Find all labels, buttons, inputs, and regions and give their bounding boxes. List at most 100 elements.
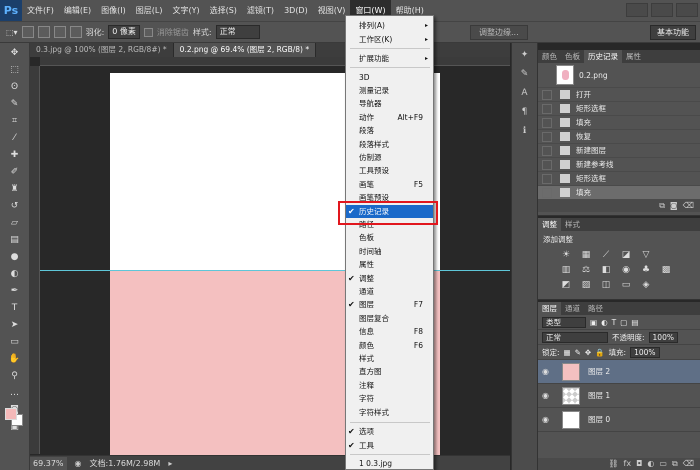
- camera-icon[interactable]: ◙: [670, 200, 678, 212]
- menu-item-recent-file[interactable]: 1 0.3.jpg: [346, 457, 433, 470]
- menu-item-notes[interactable]: 注释: [346, 379, 433, 392]
- menu-item-histogram[interactable]: 直方图: [346, 365, 433, 378]
- brush-panel-icon[interactable]: ✎: [518, 69, 532, 81]
- curves-icon[interactable]: ⟋: [600, 249, 612, 261]
- menu-item-info[interactable]: 信息 F8: [346, 325, 433, 338]
- trash-icon[interactable]: ⌫: [683, 458, 694, 470]
- vibrance-icon[interactable]: ▽: [640, 249, 652, 261]
- black-white-icon[interactable]: ◧: [600, 264, 612, 276]
- menu-item-clone-source[interactable]: 仿制源: [346, 151, 433, 164]
- stamp-tool-icon[interactable]: ♜: [7, 182, 23, 196]
- history-step[interactable]: 矩形选框: [538, 172, 700, 186]
- intersect-selection-icon[interactable]: [69, 26, 82, 38]
- new-group-icon[interactable]: ▭: [659, 458, 667, 470]
- photo-filter-icon[interactable]: ◉: [620, 264, 632, 276]
- history-source-checkbox[interactable]: [542, 145, 552, 156]
- tab-paths[interactable]: 路径: [584, 302, 607, 315]
- zoom-level[interactable]: 69.37%: [30, 456, 67, 470]
- history-step[interactable]: 新建图层: [538, 144, 700, 158]
- lock-transparency-icon[interactable]: ▦: [564, 348, 571, 357]
- tab-adjustments[interactable]: 调整: [538, 218, 561, 231]
- close-button[interactable]: [676, 3, 698, 17]
- filter-shape-icon[interactable]: ▢: [620, 318, 627, 327]
- tab-channels[interactable]: 通道: [561, 302, 584, 315]
- refine-edge-button[interactable]: 调整边缘...: [470, 25, 528, 40]
- layer-row[interactable]: ◉ 图层 0: [538, 408, 700, 432]
- gradient-tool-icon[interactable]: ▤: [7, 233, 23, 247]
- channel-mixer-icon[interactable]: ♣: [640, 264, 652, 276]
- history-step[interactable]: 新建参考线: [538, 158, 700, 172]
- tab-color[interactable]: 颜色: [538, 50, 561, 63]
- menu-item-styles[interactable]: 样式: [346, 352, 433, 365]
- menu-item-options[interactable]: ✔ 选项: [346, 425, 433, 438]
- paragraph-panel-icon[interactable]: ¶: [518, 107, 532, 119]
- menu-item-adjustments[interactable]: ✔ 调整: [346, 272, 433, 285]
- brush-tool-icon[interactable]: ✐: [7, 165, 23, 179]
- fill-input[interactable]: 100%: [630, 346, 660, 358]
- menu-item-tool-presets[interactable]: 工具预设: [346, 164, 433, 177]
- style-select[interactable]: 正常: [215, 25, 260, 39]
- menu-image[interactable]: 图像(I): [96, 0, 131, 21]
- menu-filter[interactable]: 滤镜(T): [242, 0, 279, 21]
- add-selection-icon[interactable]: [37, 26, 50, 38]
- new-layer-icon[interactable]: ⧉: [672, 458, 678, 470]
- opacity-input[interactable]: 100%: [648, 331, 678, 343]
- filter-pixel-icon[interactable]: ▣: [590, 318, 597, 327]
- feather-input[interactable]: 0 像素: [108, 25, 140, 39]
- crop-tool-icon[interactable]: ⌗: [7, 114, 23, 128]
- menu-item-timeline[interactable]: 时间轴: [346, 245, 433, 258]
- history-step[interactable]: 恢复: [538, 130, 700, 144]
- history-source-checkbox[interactable]: [542, 117, 552, 128]
- eyedropper-tool-icon[interactable]: ⁄: [7, 131, 23, 145]
- path-select-tool-icon[interactable]: ➤: [7, 318, 23, 332]
- menu-item-properties[interactable]: 属性: [346, 258, 433, 271]
- eye-icon[interactable]: ◉: [542, 367, 556, 376]
- layer-filter-select[interactable]: 类型: [542, 316, 586, 328]
- antialias-checkbox[interactable]: [143, 27, 153, 37]
- history-brush-tool-icon[interactable]: ↺: [7, 199, 23, 213]
- menu-3d[interactable]: 3D(D): [279, 0, 313, 21]
- horizontal-guide[interactable]: [40, 270, 510, 271]
- dodge-tool-icon[interactable]: ◐: [7, 267, 23, 281]
- levels-icon[interactable]: ▦: [580, 249, 592, 261]
- menu-item-character[interactable]: 字符: [346, 392, 433, 405]
- workspace-switcher[interactable]: 基本功能: [650, 25, 696, 40]
- lock-move-icon[interactable]: ✥: [585, 348, 591, 357]
- menu-item-3d[interactable]: 3D: [346, 71, 433, 84]
- blend-mode-select[interactable]: 正常: [542, 331, 608, 343]
- ruler-horizontal[interactable]: [40, 57, 510, 66]
- hand-tool-icon[interactable]: ✋: [7, 352, 23, 366]
- menu-item-channels[interactable]: 通道: [346, 285, 433, 298]
- tab-styles[interactable]: 样式: [561, 218, 584, 231]
- menu-item-extensions[interactable]: 扩展功能 ▸: [346, 52, 433, 65]
- menu-item-layer-comps[interactable]: 图层复合: [346, 312, 433, 325]
- hue-saturation-icon[interactable]: ▥: [560, 264, 572, 276]
- invert-icon[interactable]: ◩: [560, 279, 572, 291]
- history-source-checkbox[interactable]: [542, 173, 552, 184]
- menu-item-layers[interactable]: ✔ 图层 F7: [346, 298, 433, 311]
- history-snapshot[interactable]: 0.2.png: [538, 63, 700, 88]
- menu-edit[interactable]: 编辑(E): [59, 0, 96, 21]
- history-source-checkbox[interactable]: [542, 159, 552, 170]
- history-source-checkbox[interactable]: [542, 89, 552, 100]
- menu-type[interactable]: 文字(Y): [167, 0, 204, 21]
- layer-row[interactable]: ◉ 图层 2: [538, 360, 700, 384]
- maximize-button[interactable]: [651, 3, 673, 17]
- marquee-preset-icon[interactable]: ⬚▾: [6, 28, 18, 37]
- menu-item-paragraph-styles[interactable]: 段落样式: [346, 138, 433, 151]
- zoom-tool-icon[interactable]: ⚲: [7, 369, 23, 383]
- history-source-checkbox[interactable]: [542, 103, 552, 114]
- tool-presets-icon[interactable]: ✦: [518, 50, 532, 62]
- marquee-tool-icon[interactable]: ⬚: [7, 63, 23, 77]
- history-step[interactable]: 填充: [538, 116, 700, 130]
- move-tool-icon[interactable]: ✥: [7, 46, 23, 60]
- menu-select[interactable]: 选择(S): [205, 0, 242, 21]
- menu-item-character-styles[interactable]: 字符样式: [346, 406, 433, 419]
- trash-icon[interactable]: ⌫: [683, 200, 694, 212]
- type-tool-icon[interactable]: T: [7, 301, 23, 315]
- link-layers-icon[interactable]: ⛓: [608, 458, 618, 470]
- foreground-color-swatch[interactable]: [5, 408, 17, 420]
- tab-swatches[interactable]: 色板: [561, 50, 584, 63]
- posterize-icon[interactable]: ▨: [580, 279, 592, 291]
- threshold-icon[interactable]: ◫: [600, 279, 612, 291]
